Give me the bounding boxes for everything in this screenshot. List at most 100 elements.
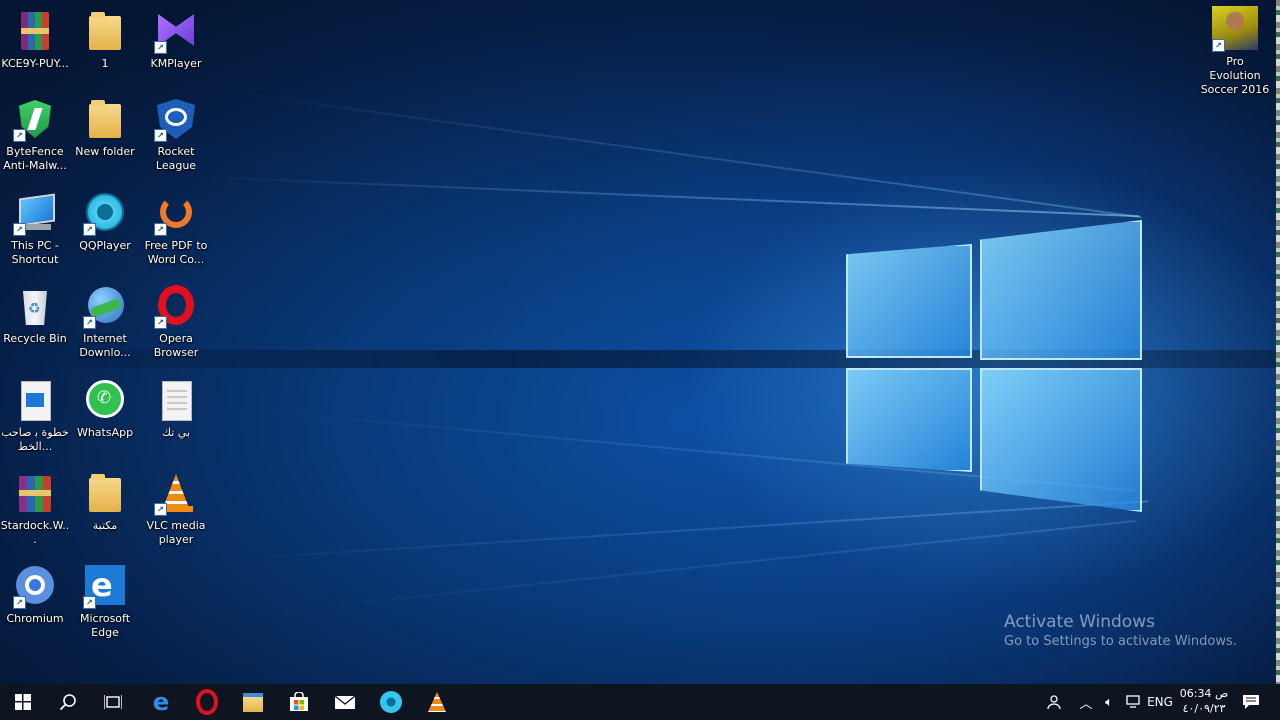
taskbar-store-button[interactable]	[276, 684, 322, 720]
store-bag-icon	[290, 692, 308, 711]
shortcut-arrow-icon: ↗	[83, 596, 96, 609]
opera-browser-icon	[196, 689, 218, 715]
windows-logo-pane	[980, 368, 1142, 512]
wallpaper-light-beam	[219, 90, 1142, 219]
desktop-icon-opera[interactable]: ↗ Opera Browser	[140, 283, 212, 360]
kmplayer-icon: ↗	[154, 10, 198, 54]
desktop-icon-this-pc[interactable]: ↗ This PC - Shortcut	[0, 190, 71, 267]
desktop-icon-pes-2016[interactable]: ↗ Pro Evolution Soccer 2016	[1199, 4, 1271, 97]
desktop-icon-label: Rocket League	[155, 145, 197, 172]
shortcut-arrow-icon: ↗	[83, 223, 96, 236]
desktop-icon-qqplayer[interactable]: ↗ QQPlayer	[69, 190, 141, 253]
taskbar-vlc-button[interactable]	[414, 684, 460, 720]
desktop-icon-free-pdf-to-word[interactable]: ↗ Free PDF to Word Co...	[140, 190, 212, 267]
vlc-cone-icon: ↗	[154, 472, 198, 516]
task-view-button[interactable]	[90, 684, 136, 720]
desktop-icon-label: 1	[101, 57, 109, 70]
activate-title: Activate Windows	[1004, 612, 1155, 632]
taskbar-edge-button[interactable]: e	[138, 684, 184, 720]
winrar-archive-icon	[13, 10, 57, 54]
taskbar-opera-button[interactable]	[184, 684, 230, 720]
network-button[interactable]	[1122, 684, 1144, 720]
taskbar-qqplayer-button[interactable]	[368, 684, 414, 720]
qqplayer-icon	[380, 691, 402, 713]
windows-start-icon	[15, 694, 31, 710]
desktop-icon-arabic-doc[interactable]: خطوة ﺑ صاحب الخط...	[0, 377, 71, 454]
clock-time: 06:34 ص	[1179, 687, 1229, 700]
pdf-converter-icon: ↗	[154, 192, 198, 236]
action-center-button[interactable]	[1236, 684, 1266, 720]
taskbar-file-explorer-button[interactable]	[230, 684, 276, 720]
chromium-icon: ↗	[13, 565, 57, 609]
mail-envelope-icon	[334, 695, 356, 709]
desktop-icon-label: QQPlayer	[79, 239, 131, 252]
folder-icon	[83, 98, 127, 142]
wallpaper-light-beam	[259, 520, 1136, 614]
shortcut-arrow-icon: ↗	[83, 316, 96, 329]
people-button[interactable]	[1040, 684, 1066, 720]
rocket-league-icon: ↗	[154, 98, 198, 142]
shortcut-arrow-icon: ↗	[13, 596, 26, 609]
recycle-bin-icon: ♻	[13, 285, 57, 329]
desktop-icon-stardock[interactable]: Stardock.W...	[0, 470, 71, 547]
pes-game-icon: ↗	[1212, 6, 1258, 52]
wallpaper-light-beam	[199, 500, 1149, 562]
speaker-volume-icon: 🔈︎	[1105, 694, 1113, 710]
show-hidden-icons-button[interactable]: ︿	[1076, 684, 1096, 720]
desktop-icon-bytefence[interactable]: ↗ ByteFence Anti-Malw...	[0, 96, 71, 173]
desktop-icon-label: KMPlayer	[150, 57, 202, 70]
desktop-icon-label: WhatsApp	[76, 426, 134, 439]
desktop-icon-internet-download-manager[interactable]: ↗ Internet Downlo...	[69, 283, 141, 360]
volume-button[interactable]: 🔈︎	[1098, 684, 1120, 720]
folder-icon	[83, 472, 127, 516]
desktop-icon-recycle-bin[interactable]: ♻ Recycle Bin	[0, 283, 71, 346]
desktop-icon-whatsapp[interactable]: ✆ WhatsApp	[69, 377, 141, 440]
shortcut-arrow-icon: ↗	[154, 503, 167, 516]
search-icon	[59, 694, 76, 711]
clock-date: ٤٠/٠٩/٢٣	[1182, 702, 1226, 715]
windows-logo-pane	[980, 220, 1142, 360]
desktop-icon-label: Stardock.W...	[0, 519, 70, 546]
taskbar-mail-button[interactable]	[322, 684, 368, 720]
edge-browser-icon: e	[152, 688, 170, 716]
desktop-icon-label: مكتبة	[92, 519, 118, 532]
desktop-icon-label: This PC - Shortcut	[11, 239, 59, 266]
desktop-icon-label: New folder	[75, 145, 135, 158]
desktop-icon-text-file[interactable]: بي تك	[140, 377, 212, 440]
desktop-icon-folder-1[interactable]: 1	[69, 8, 141, 71]
vlc-cone-icon	[428, 692, 446, 712]
desktop-icon-microsoft-edge[interactable]: e ↗ Microsoft Edge	[69, 563, 141, 640]
taskbar: e ︿ 🔈︎ ENG 06:34 ص ٤٠/٠٩/٢٣	[0, 684, 1280, 720]
desktop-icon-vlc[interactable]: ↗ VLC media player	[140, 470, 212, 547]
opera-browser-icon: ↗	[154, 285, 198, 329]
shortcut-arrow-icon: ↗	[1212, 39, 1225, 52]
task-view-icon	[104, 695, 122, 709]
desktop-icon-label: Recycle Bin	[3, 332, 67, 345]
desktop-icon-label: KCE9Y-PUY...	[1, 57, 69, 70]
shortcut-arrow-icon: ↗	[154, 316, 167, 329]
shortcut-arrow-icon: ↗	[154, 41, 167, 54]
desktop-icon-label: Chromium	[6, 612, 64, 625]
shortcut-arrow-icon: ↗	[13, 129, 26, 142]
text-document-icon	[154, 379, 198, 423]
desktop-icon-kce9y[interactable]: KCE9Y-PUY...	[0, 8, 71, 71]
language-indicator: ENG	[1147, 695, 1173, 709]
desktop-icon-new-folder[interactable]: New folder	[69, 96, 141, 159]
chevron-up-icon: ︿	[1079, 696, 1093, 712]
file-explorer-icon	[243, 692, 263, 712]
search-button[interactable]	[45, 684, 91, 720]
clock-button[interactable]: 06:34 ص ٤٠/٠٩/٢٣	[1176, 686, 1232, 716]
network-icon	[1126, 695, 1140, 708]
desktop-icon-label: بي تك	[161, 426, 191, 439]
start-button[interactable]	[0, 684, 46, 720]
notifications-icon	[1243, 695, 1259, 709]
qqplayer-icon: ↗	[83, 192, 127, 236]
desktop-icon-label: Free PDF to Word Co...	[144, 239, 208, 266]
desktop-icon-library-folder[interactable]: مكتبة	[69, 470, 141, 533]
people-icon	[1047, 695, 1061, 710]
desktop-icon-kmplayer[interactable]: ↗ KMPlayer	[140, 8, 212, 71]
activate-windows-watermark: Activate Windows Go to Settings to activ…	[1004, 612, 1237, 649]
desktop-icon-chromium[interactable]: ↗ Chromium	[0, 563, 71, 626]
input-language-button[interactable]: ENG	[1144, 684, 1176, 720]
desktop-icon-rocket-league[interactable]: ↗ Rocket League	[140, 96, 212, 173]
